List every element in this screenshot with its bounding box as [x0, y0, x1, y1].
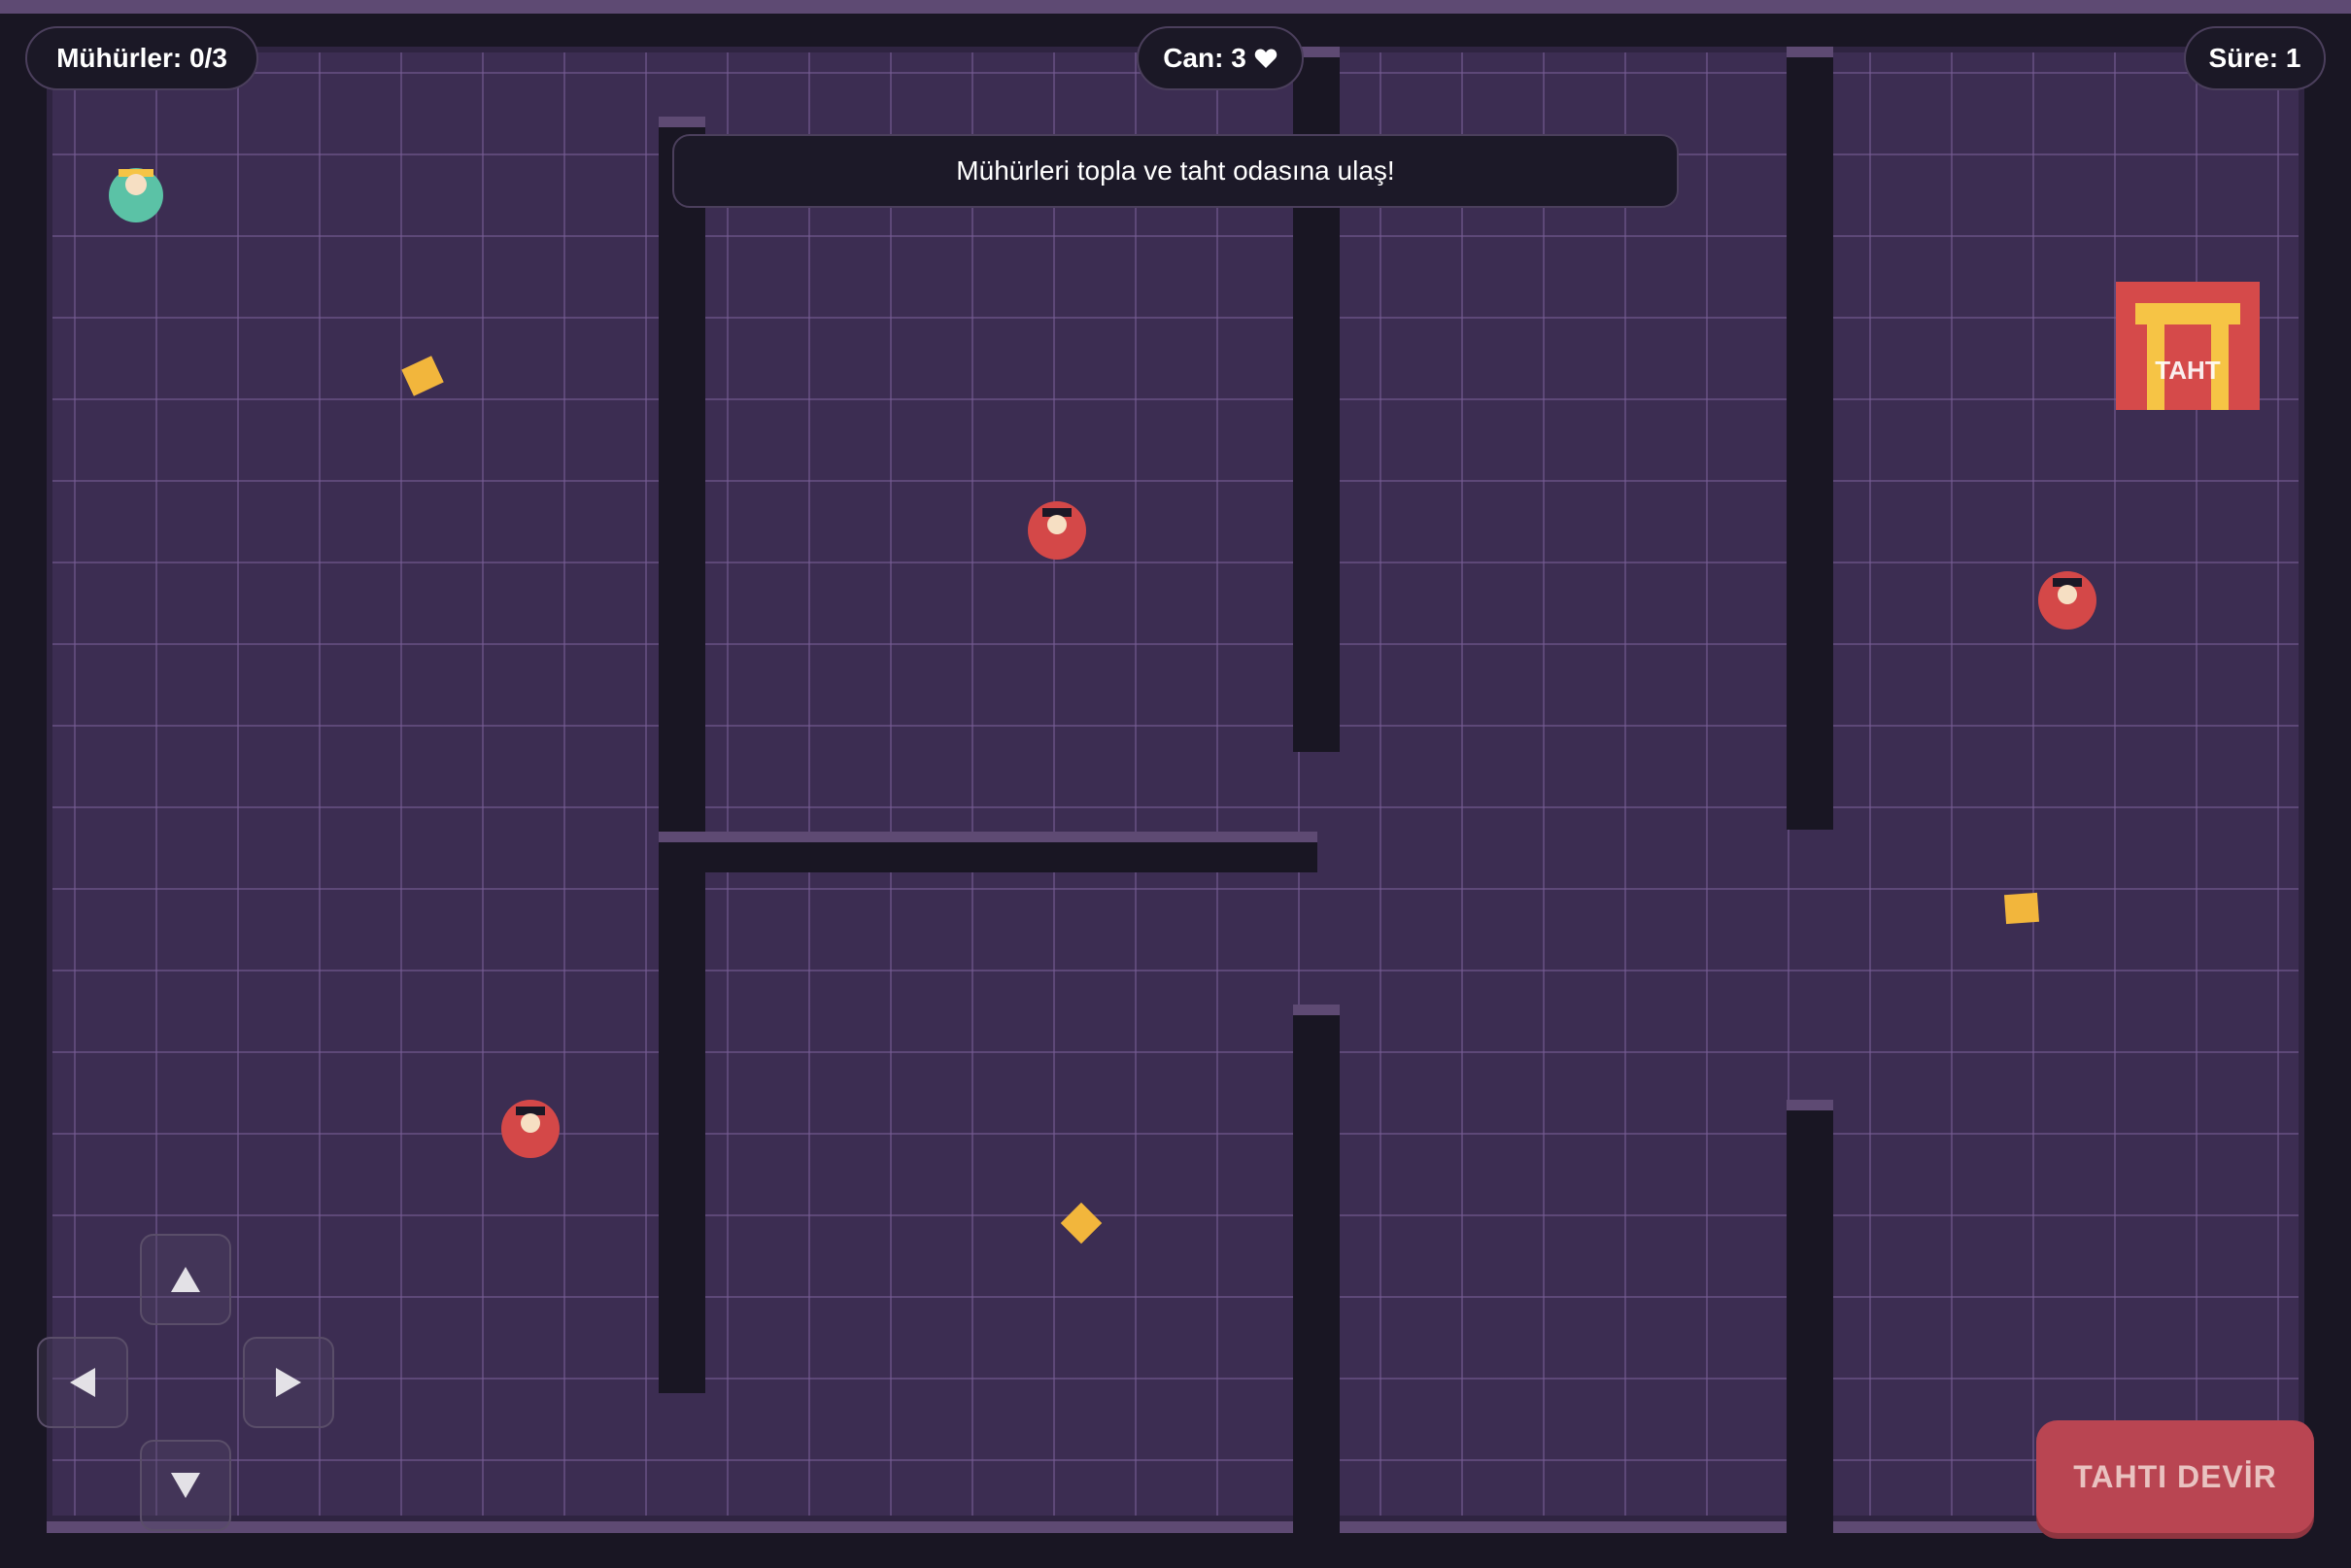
right-arrow-icon [276, 1368, 301, 1397]
seals-counter-text: Mühürler: 0/3 [56, 43, 227, 73]
bottom-frame [47, 1521, 2304, 1533]
guard-enemy [501, 1100, 560, 1158]
throne-top-bar [2135, 303, 2240, 324]
objective-message-text: Mühürleri topla ve taht odasına ulaş! [956, 155, 1395, 186]
up-arrow-icon [171, 1267, 200, 1292]
lives-counter-text: Can: 3 [1163, 43, 1246, 73]
heart-icon [1254, 49, 1278, 68]
wall-segment [1293, 1005, 1340, 1568]
wall-segment [659, 832, 1317, 872]
dpad-right-button[interactable] [243, 1337, 334, 1428]
timer: Süre: 1 [2184, 26, 2326, 90]
game-field [47, 47, 2304, 1521]
objective-message: Mühürleri topla ve taht odasına ulaş! [672, 134, 1679, 208]
lives-counter: Can: 3 [1137, 26, 1304, 90]
seals-counter: Mühürler: 0/3 [25, 26, 258, 90]
throne-label: TAHT [2155, 356, 2221, 385]
throne-room: TAHT [2116, 282, 2260, 410]
seal-pickup [2003, 892, 2040, 925]
wall-segment [1787, 1100, 1833, 1568]
wall-segment [1787, 47, 1833, 830]
dpad-left-button[interactable] [37, 1337, 128, 1428]
wall-segment [659, 117, 705, 1393]
player-character [109, 168, 163, 222]
timer-text: Süre: 1 [2208, 43, 2301, 73]
dpad-up-button[interactable] [140, 1234, 231, 1325]
top-frame [0, 0, 2351, 14]
down-arrow-icon [171, 1473, 200, 1498]
guard-enemy [1028, 501, 1086, 560]
left-arrow-icon [70, 1368, 95, 1397]
overthrow-throne-button[interactable]: TAHTI DEVİR [2036, 1420, 2314, 1533]
dpad-down-button[interactable] [140, 1440, 231, 1531]
guard-enemy [2038, 571, 2096, 630]
